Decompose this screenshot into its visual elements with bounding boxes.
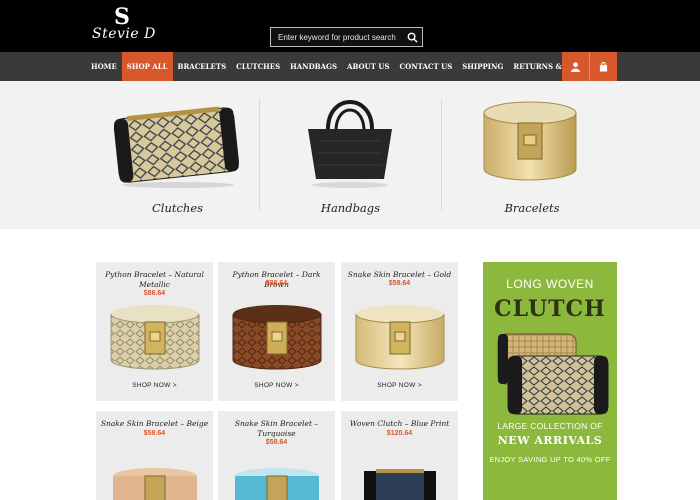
promo-line-4: NEW ARRIVALS <box>497 434 603 447</box>
product-card[interactable]: Snake Skin Bracelet – Gold $58.64 SHOP N… <box>341 262 458 401</box>
shop-now-link[interactable]: SHOP NOW > <box>218 382 335 389</box>
product-price: $86.64 <box>265 280 288 287</box>
category-label: Bracelets <box>504 201 560 215</box>
product-price: $86.64 <box>143 290 166 297</box>
category-handbags[interactable]: Handbags <box>260 81 441 229</box>
product-price: $58.64 <box>388 280 411 287</box>
product-image <box>113 468 197 500</box>
search-box <box>270 27 423 47</box>
logo[interactable]: S Stevie D <box>92 4 158 48</box>
product-card[interactable]: Python Bracelet – Natural Metallic $86.6… <box>96 262 213 401</box>
category-clutches[interactable]: Clutches <box>95 81 260 229</box>
handbag-image <box>308 100 392 188</box>
product-price: $58.64 <box>143 430 166 437</box>
promo-headline: CLUTCH <box>494 296 606 322</box>
nav-contact-us[interactable]: CONTACT US <box>395 52 458 81</box>
bracelet-image <box>483 101 577 181</box>
nav-shipping[interactable]: SHIPPING <box>457 52 508 81</box>
clutch-image <box>113 106 239 188</box>
shop-now-link[interactable]: SHOP NOW > <box>341 382 458 389</box>
search-icon[interactable] <box>402 28 422 46</box>
product-image <box>235 468 319 500</box>
promo-clutch-image <box>497 333 609 415</box>
shopping-bag-icon[interactable] <box>590 52 617 81</box>
nav-home[interactable]: HOME <box>86 52 122 81</box>
category-label: Clutches <box>151 201 204 215</box>
search-input[interactable] <box>271 32 402 42</box>
header: S Stevie D <box>0 0 700 52</box>
product-name: Python Bracelet – Natural Metallic <box>105 270 204 289</box>
product-image <box>364 469 436 500</box>
nav-bracelets[interactable]: BRACELETS <box>173 52 232 81</box>
promo-banner[interactable]: LONG WOVEN CLUTCH LARGE COLLECTION OF NE… <box>483 262 617 500</box>
product-name: Woven Clutch – Blue Print <box>349 419 450 428</box>
nav-handbags[interactable]: HANDBAGS <box>285 52 342 81</box>
product-card[interactable]: Snake Skin Bracelet – Turquoise $58.64 <box>218 411 335 500</box>
category-label: Handbags <box>320 201 381 215</box>
account-cart-box <box>562 52 617 81</box>
product-card[interactable]: Python Bracelet – Dark Brown $86.64 SHOP… <box>218 262 335 401</box>
product-price: $120.64 <box>386 430 413 437</box>
product-image <box>355 305 445 370</box>
promo-line-1: LONG WOVEN <box>506 277 594 291</box>
promo-line-3: LARGE COLLECTION OF <box>497 421 603 431</box>
product-name: Snake Skin Bracelet – Beige <box>100 419 209 428</box>
nav-clutches[interactable]: CLUTCHES <box>231 52 285 81</box>
logo-text: Stevie D <box>92 26 156 42</box>
category-bracelets[interactable]: Bracelets <box>442 81 622 229</box>
product-image <box>232 305 322 370</box>
product-name: Snake Skin Bracelet – Turquoise <box>234 419 319 438</box>
product-name: Snake Skin Bracelet – Gold <box>347 270 452 279</box>
product-card[interactable]: Woven Clutch – Blue Print $120.64 <box>341 411 458 500</box>
user-icon[interactable] <box>562 52 589 81</box>
product-image <box>110 305 200 370</box>
category-strip: Clutches Handbags Bracelets <box>0 81 700 229</box>
shop-now-link[interactable]: SHOP NOW > <box>96 382 213 389</box>
nav-shop-all[interactable]: SHOP ALL <box>121 52 173 81</box>
main-nav: HOME SHOP ALL BRACELETS CLUTCHES HANDBAG… <box>86 52 615 81</box>
nav-about-us[interactable]: ABOUT US <box>342 52 395 81</box>
product-card[interactable]: Snake Skin Bracelet – Beige $58.64 <box>96 411 213 500</box>
promo-line-5: ENJOY SAVING UP TO 40% OFF <box>489 455 611 464</box>
product-price: $58.64 <box>265 439 288 446</box>
